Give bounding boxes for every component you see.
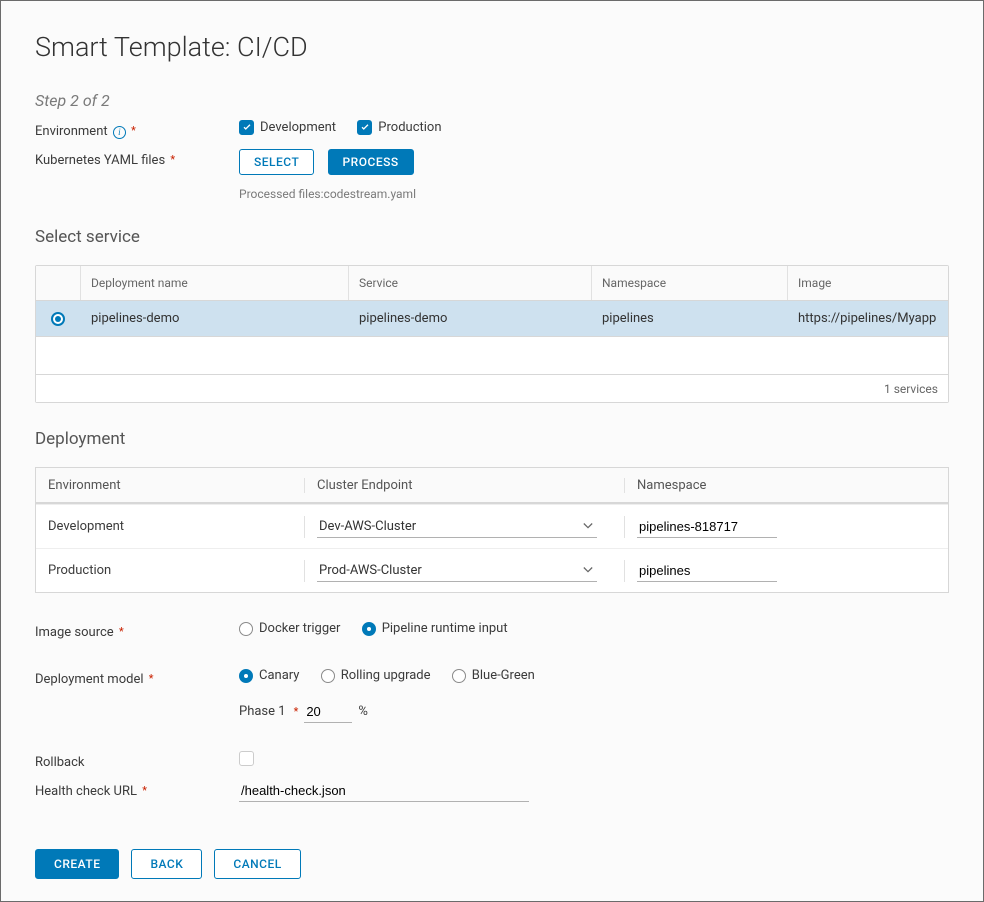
back-button[interactable]: Back [131, 849, 202, 879]
env-cell: Development [36, 519, 304, 534]
rollback-checkbox[interactable] [239, 751, 254, 766]
chevron-down-icon [583, 565, 593, 575]
deployment-table-header: Environment Cluster Endpoint Namespace [36, 468, 948, 504]
yaml-label: Kubernetes YAML files * [35, 149, 239, 168]
yaml-row: Kubernetes YAML files * Select Process P… [35, 149, 949, 201]
blue-green-radio[interactable]: Blue-Green [452, 668, 535, 683]
col-namespace: Namespace [624, 478, 948, 493]
page-title: Smart Template: CI/CD [35, 31, 949, 63]
col-service[interactable]: Service [348, 266, 591, 300]
col-namespace[interactable]: Namespace [591, 266, 787, 300]
percent-label: % [358, 704, 368, 719]
rolling-upgrade-radio[interactable]: Rolling upgrade [321, 668, 431, 683]
table-row-empty [36, 336, 948, 374]
blue-green-label: Blue-Green [472, 668, 535, 683]
deployment-model-options: Canary Rolling upgrade Blue-Green Phase … [239, 668, 553, 723]
checkbox-icon [239, 120, 254, 135]
required-icon: * [119, 625, 124, 638]
rollback-label: Rollback [35, 751, 239, 770]
cluster-select-dev[interactable]: Dev-AWS-Cluster [317, 516, 597, 538]
col-image[interactable]: Image [787, 266, 948, 300]
image-source-options: Docker trigger Pipeline runtime input [239, 621, 526, 640]
cluster-select-value: Prod-AWS-Cluster [319, 563, 422, 578]
environment-row: Environment i * Development Production [35, 120, 949, 139]
yaml-label-text: Kubernetes YAML files [35, 153, 165, 168]
create-button[interactable]: Create [35, 849, 119, 879]
yaml-controls: Select Process Processed files:codestrea… [239, 149, 424, 201]
namespace-input-dev[interactable] [637, 516, 777, 538]
required-icon: * [131, 124, 136, 137]
docker-trigger-label: Docker trigger [259, 621, 340, 636]
environment-label: Environment i * [35, 120, 239, 139]
phase-percent-input[interactable] [304, 701, 352, 723]
deployment-model-row: Deployment model * Canary Rolling upgrad… [35, 668, 949, 723]
info-icon[interactable]: i [113, 126, 126, 139]
phase-row: Phase 1 * % [239, 701, 553, 723]
image-source-label-text: Image source [35, 625, 114, 640]
environment-options: Development Production [239, 120, 460, 137]
select-button[interactable]: Select [239, 149, 314, 175]
col-deployment-name[interactable]: Deployment name [80, 266, 348, 300]
env-cell: Production [36, 563, 304, 578]
deployment-model-label-text: Deployment model [35, 672, 144, 687]
processed-files-text: Processed files:codestream.yaml [239, 187, 424, 201]
health-check-label: Health check URL * [35, 780, 239, 799]
cluster-select-value: Dev-AWS-Cluster [319, 519, 416, 534]
service-table-footer: 1 services [36, 374, 948, 402]
environment-label-text: Environment [35, 124, 108, 139]
checkbox-icon [357, 120, 372, 135]
production-checkbox[interactable]: Production [357, 120, 441, 135]
footer-actions: Create Back Cancel [35, 849, 301, 879]
cluster-select-prod[interactable]: Prod-AWS-Cluster [317, 560, 597, 582]
image-source-label: Image source * [35, 621, 239, 640]
service-table-header: Deployment name Service Namespace Image [36, 266, 948, 300]
cancel-button[interactable]: Cancel [214, 849, 300, 879]
radio-icon [362, 622, 376, 636]
health-check-row: Health check URL * [35, 780, 949, 802]
pipeline-runtime-radio[interactable]: Pipeline runtime input [362, 621, 508, 636]
pipeline-runtime-label: Pipeline runtime input [382, 621, 508, 636]
canary-radio[interactable]: Canary [239, 668, 299, 683]
select-service-heading: Select service [35, 227, 949, 247]
deployment-model-label: Deployment model * [35, 668, 239, 687]
required-icon: * [294, 705, 299, 718]
radio-icon [452, 669, 466, 683]
radio-icon [321, 669, 335, 683]
rollback-row: Rollback [35, 751, 949, 770]
image-source-row: Image source * Docker trigger Pipeline r… [35, 621, 949, 640]
required-icon: * [142, 784, 147, 797]
deployment-table: Environment Cluster Endpoint Namespace D… [35, 467, 949, 593]
namespace-input-prod[interactable] [637, 560, 777, 582]
required-icon: * [149, 672, 154, 685]
docker-trigger-radio[interactable]: Docker trigger [239, 621, 340, 636]
cell-namespace: pipelines [591, 301, 787, 336]
radio-icon [239, 622, 253, 636]
health-check-input[interactable] [239, 780, 529, 802]
required-icon: * [170, 153, 175, 166]
development-label: Development [260, 120, 336, 135]
cell-deployment: pipelines-demo [80, 301, 348, 336]
development-checkbox[interactable]: Development [239, 120, 336, 135]
production-label: Production [378, 120, 441, 135]
service-table: Deployment name Service Namespace Image … [35, 265, 949, 403]
cell-service: pipelines-demo [348, 301, 591, 336]
table-row: Production Prod-AWS-Cluster [36, 548, 948, 592]
chevron-down-icon [583, 521, 593, 531]
row-radio[interactable] [51, 312, 65, 326]
table-row[interactable]: pipelines-demo pipelines-demo pipelines … [36, 300, 948, 336]
step-indicator: Step 2 of 2 [35, 91, 949, 110]
radio-icon [239, 669, 253, 683]
col-environment: Environment [36, 478, 304, 493]
cell-image: https://pipelines/Myapp [787, 301, 948, 336]
col-cluster: Cluster Endpoint [304, 478, 624, 493]
deployment-heading: Deployment [35, 429, 949, 449]
canary-label: Canary [259, 668, 299, 683]
phase-label: Phase 1 [239, 704, 286, 719]
rolling-label: Rolling upgrade [341, 668, 431, 683]
health-check-label-text: Health check URL [35, 784, 137, 799]
table-row: Development Dev-AWS-Cluster [36, 504, 948, 548]
smart-template-page: Smart Template: CI/CD Step 2 of 2 Enviro… [0, 0, 984, 902]
process-button[interactable]: Process [328, 149, 414, 175]
